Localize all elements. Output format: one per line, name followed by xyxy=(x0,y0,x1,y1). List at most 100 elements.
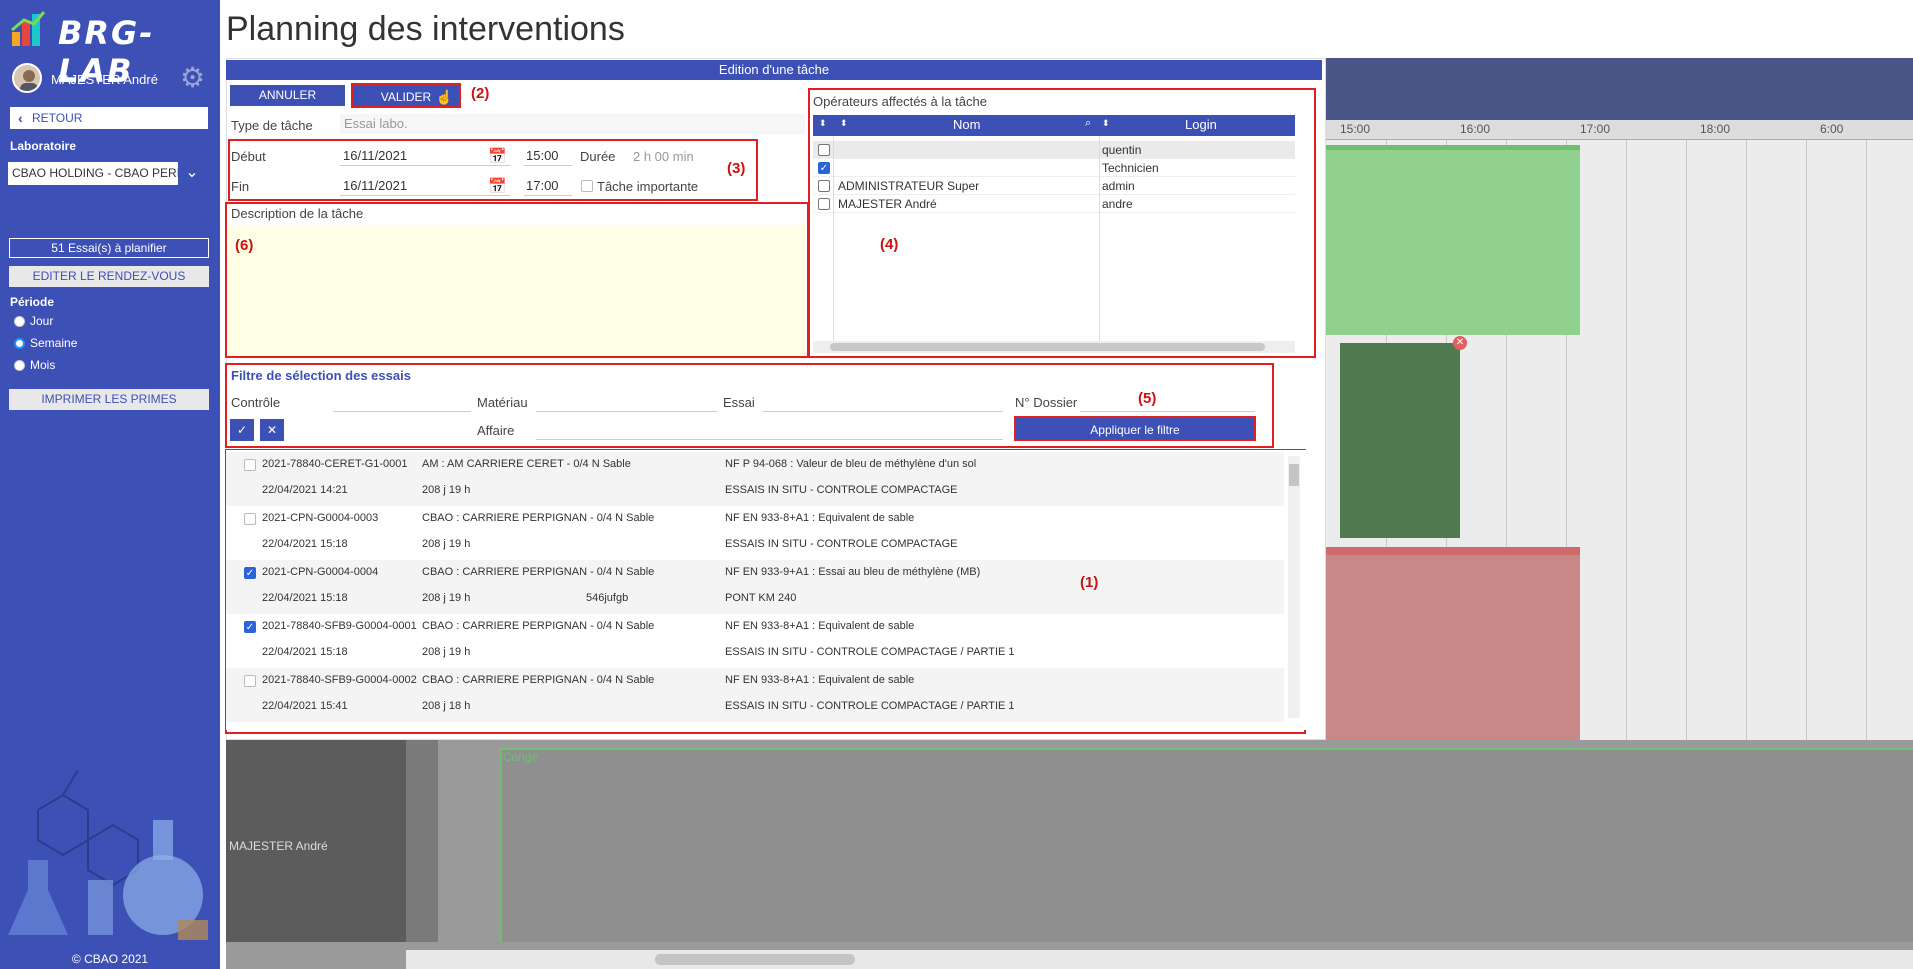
controle-input[interactable] xyxy=(333,392,471,412)
fin-time-input[interactable]: 17:00 xyxy=(524,176,572,196)
periode-label: Période xyxy=(10,295,55,309)
lab-illustration xyxy=(8,770,208,940)
test-row[interactable]: ✓ 2021-78840-SFB9-G0004-0001 CBAO : CARR… xyxy=(226,614,1284,668)
essai-label: Essai xyxy=(723,395,755,410)
search-icon[interactable]: ⌕ xyxy=(1085,117,1091,130)
sort-icon[interactable]: ⬍ xyxy=(1102,118,1110,129)
check-icon[interactable]: ✓ xyxy=(230,419,254,441)
tache-importante-checkbox[interactable] xyxy=(581,180,593,192)
horizontal-scrollbar[interactable] xyxy=(406,950,1913,969)
operator-row[interactable]: ✓ Technicien xyxy=(813,159,1295,177)
test-checkbox[interactable]: ✓ xyxy=(244,567,256,579)
close-icon[interactable]: ✕ xyxy=(1453,336,1467,350)
retour-button[interactable]: ‹ RETOUR xyxy=(10,107,208,129)
hour-label: 15:00 xyxy=(1340,122,1371,136)
operators-grid-header: ⬍ ⬍ Nom ⌕ ⬍ Login xyxy=(813,115,1295,136)
conge-event[interactable] xyxy=(500,748,1913,942)
operators-title: Opérateurs affectés à la tâche xyxy=(813,94,987,109)
valider-button[interactable]: VALIDER ☝ xyxy=(351,83,461,108)
fin-date-input[interactable]: 16/11/2021 xyxy=(340,176,510,196)
test-row[interactable]: 2021-78840-CERET-G1-0001 AM : AM CARRIER… xyxy=(226,452,1284,506)
affaire-input[interactable] xyxy=(536,420,1003,440)
operator-checkbox[interactable]: ✓ xyxy=(818,162,830,174)
annotation-4: (4) xyxy=(880,236,899,253)
page-title: Planning des interventions xyxy=(226,10,625,48)
operator-checkbox[interactable] xyxy=(818,144,830,156)
gear-icon[interactable]: ⚙ xyxy=(180,64,208,92)
hour-label: 17:00 xyxy=(1580,122,1611,136)
filter-title: Filtre de sélection des essais xyxy=(231,368,411,383)
tests-vertical-scrollbar[interactable] xyxy=(1288,456,1300,718)
fin-label: Fin xyxy=(231,179,250,194)
debut-date-input[interactable]: 16/11/2021 xyxy=(340,146,510,166)
periode-radio-jour[interactable]: Jour xyxy=(14,313,134,331)
type-field: Essai labo. xyxy=(340,114,805,134)
operator-row[interactable]: quentin xyxy=(813,141,1295,159)
type-label: Type de tâche xyxy=(231,118,313,133)
user-name: MAJESTER André xyxy=(51,72,158,87)
resource-gap xyxy=(406,740,438,942)
grid-divider xyxy=(1099,136,1100,341)
appliquer-filtre-button[interactable]: Appliquer le filtre xyxy=(1014,416,1256,441)
test-row[interactable]: 2021-CPN-G0004-0003 CBAO : CARRIERE PERP… xyxy=(226,506,1284,560)
hour-label: 18:00 xyxy=(1700,122,1731,136)
laboratoire-label: Laboratoire xyxy=(10,139,77,153)
duree-label: Durée xyxy=(580,149,616,164)
event-block-green[interactable] xyxy=(1326,145,1580,335)
operator-checkbox[interactable] xyxy=(818,180,830,192)
annotation-1: (1) xyxy=(1080,574,1099,591)
description-label: Description de la tâche xyxy=(231,206,364,221)
chevron-left-icon: ‹ xyxy=(18,110,23,126)
operator-row[interactable]: ADMINISTRATEUR Super admin xyxy=(813,177,1295,195)
debut-time-input[interactable]: 15:00 xyxy=(524,146,572,166)
event-block-red[interactable] xyxy=(1326,547,1580,740)
copyright: © CBAO 2021 xyxy=(71,952,149,966)
essai-input[interactable] xyxy=(763,392,1003,412)
operator-row[interactable]: MAJESTER André andre xyxy=(813,195,1295,213)
retour-label: RETOUR xyxy=(32,111,83,125)
test-checkbox[interactable] xyxy=(244,675,256,687)
timeline-header xyxy=(1326,58,1913,120)
operators-hscroll-thumb[interactable] xyxy=(830,343,1265,351)
horizontal-scrollbar-thumb[interactable] xyxy=(655,954,855,965)
calendar-icon[interactable]: 📅 xyxy=(488,147,507,165)
resource-name: MAJESTER André xyxy=(229,839,328,853)
chevron-down-icon[interactable]: ⌄ xyxy=(180,160,204,186)
sort-icon[interactable]: ⬍ xyxy=(819,118,827,129)
avatar[interactable] xyxy=(12,63,42,93)
annotation-5: (5) xyxy=(1138,390,1157,407)
test-checkbox[interactable] xyxy=(244,459,256,471)
description-textarea[interactable] xyxy=(228,225,806,355)
test-row[interactable]: 2021-78840-SFB9-G0004-0002 CBAO : CARRIE… xyxy=(226,668,1284,722)
imprimer-primes-button[interactable]: IMPRIMER LES PRIMES xyxy=(9,389,209,410)
materiau-input[interactable] xyxy=(536,392,717,412)
materiau-label: Matériau xyxy=(477,395,528,410)
brg-lab-logo: BRG-LAB xyxy=(10,8,215,90)
operator-checkbox[interactable] xyxy=(818,198,830,210)
test-checkbox[interactable] xyxy=(244,513,256,525)
col-login-header[interactable]: Login xyxy=(1185,117,1217,132)
annotation-3: (3) xyxy=(727,160,746,177)
editer-rendez-vous-button[interactable]: EDITER LE RENDEZ-VOUS xyxy=(9,266,209,287)
tests-vertical-scrollbar-thumb[interactable] xyxy=(1289,464,1299,486)
event-block-darkgreen[interactable] xyxy=(1340,343,1460,538)
close-icon[interactable]: ✕ xyxy=(260,419,284,441)
dossier-input[interactable] xyxy=(1080,392,1255,412)
annotation-2: (2) xyxy=(471,85,490,102)
laboratoire-select[interactable]: CBAO HOLDING - CBAO PERPIGNAN xyxy=(8,162,178,185)
essais-a-planifier-button[interactable]: 51 Essai(s) à planifier xyxy=(9,238,209,258)
periode-radio-mois[interactable]: Mois xyxy=(14,357,134,375)
test-row[interactable]: ✓ 2021-CPN-G0004-0004 CBAO : CARRIERE PE… xyxy=(226,560,1284,614)
controle-label: Contrôle xyxy=(231,395,281,410)
sort-icon[interactable]: ⬍ xyxy=(840,118,848,129)
annuler-button[interactable]: ANNULER xyxy=(230,85,345,106)
grid-divider xyxy=(833,136,834,341)
periode-radio-semaine[interactable]: Semaine xyxy=(14,335,134,353)
duree-value: 2 h 00 min xyxy=(633,149,694,164)
conge-label: Congé xyxy=(503,750,539,764)
calendar-icon[interactable]: 📅 xyxy=(488,177,507,195)
timeline-hours: 15:00 16:00 17:00 18:00 6:00 xyxy=(1326,120,1913,140)
col-nom-header[interactable]: Nom xyxy=(953,117,980,132)
test-checkbox[interactable]: ✓ xyxy=(244,621,256,633)
dossier-label: N° Dossier xyxy=(1015,395,1078,410)
